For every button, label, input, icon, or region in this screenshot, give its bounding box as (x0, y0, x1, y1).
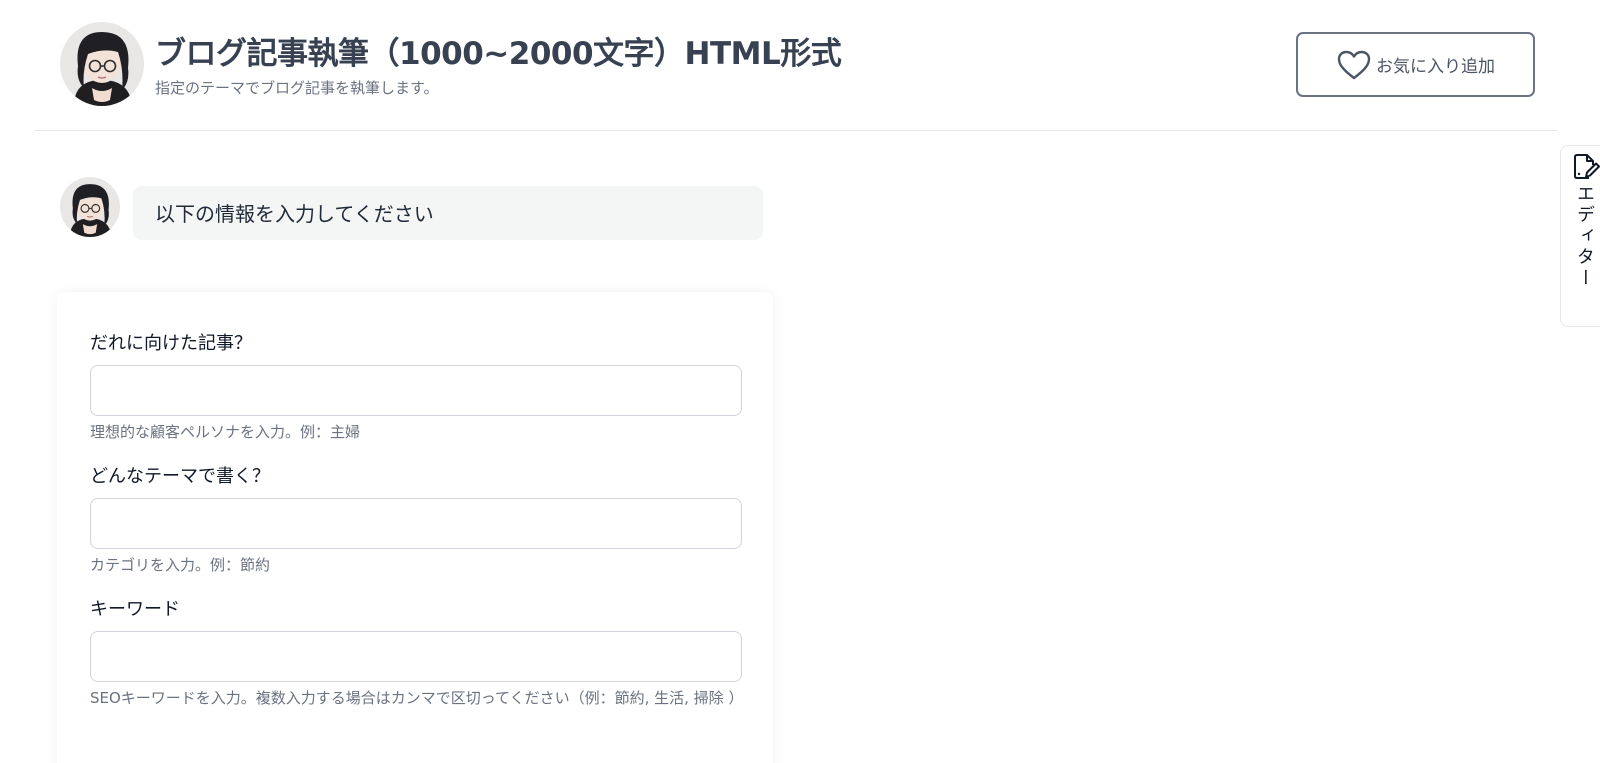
theme-help: カテゴリを入力。例：節約 (90, 556, 271, 574)
page-header: ブログ記事執筆（1000~2000文字）HTML形式 指定のテーマでブログ記事を… (35, 0, 1557, 131)
heart-icon (1337, 50, 1371, 79)
page-title: ブログ記事執筆（1000~2000文字）HTML形式 (155, 36, 842, 72)
editor-side-tab[interactable]: エディター (1560, 145, 1600, 327)
target-audience-help: 理想的な顧客ペルソナを入力。例：主婦 (90, 423, 361, 441)
target-audience-input[interactable] (90, 365, 742, 416)
theme-label: どんなテーマで書く？ (90, 466, 270, 487)
chat-message-bubble: 以下の情報を入力してください (133, 186, 763, 240)
input-form-card: だれに向けた記事？ 理想的な顧客ペルソナを入力。例：主婦 どんなテーマで書く？ … (57, 292, 773, 763)
anime-girl-avatar-icon (60, 22, 144, 106)
theme-input[interactable] (90, 498, 742, 549)
anime-girl-avatar-icon (60, 177, 120, 237)
page-subtitle: 指定のテーマでブログ記事を執筆します。 (155, 79, 439, 97)
add-favorite-button[interactable]: お気に入り追加 (1296, 32, 1535, 97)
target-audience-label: だれに向けた記事？ (90, 333, 252, 354)
keyword-label: キーワード (90, 599, 180, 620)
keyword-input[interactable] (90, 631, 742, 682)
editor-tab-label: エディター (1574, 184, 1595, 289)
add-favorite-label: お気に入り追加 (1376, 57, 1495, 77)
edit-document-icon (1574, 154, 1600, 179)
keyword-help: SEOキーワードを入力。複数入力する場合はカンマで区切ってください（例：節約, … (90, 689, 744, 707)
